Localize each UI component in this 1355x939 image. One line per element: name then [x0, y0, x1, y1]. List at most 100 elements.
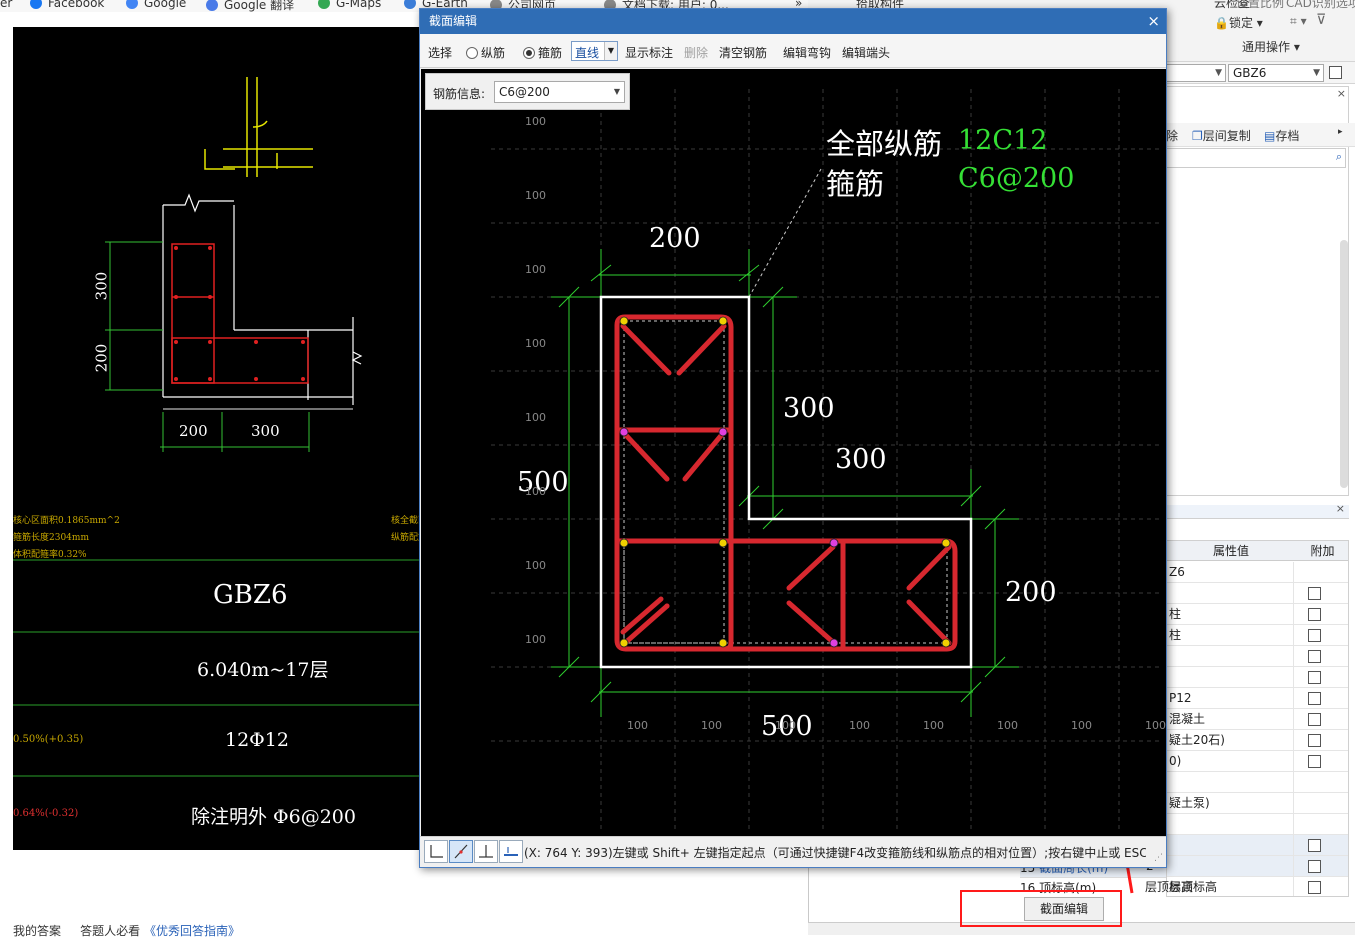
- prop-row-value[interactable]: 混凝土: [1167, 709, 1294, 730]
- bookmark-gmaps[interactable]: G-Maps: [318, 0, 381, 10]
- rebar-info-select[interactable]: C6@200 ▼: [494, 81, 625, 103]
- rebar-point[interactable]: [619, 427, 629, 437]
- dim-right-lower[interactable]: 200: [1005, 577, 1057, 608]
- bookmark-er[interactable]: er: [0, 0, 12, 10]
- prop-row[interactable]: [1167, 646, 1348, 667]
- list-scrollbar[interactable]: [1340, 240, 1348, 488]
- prop-row-value[interactable]: P12: [1167, 688, 1294, 709]
- prop-row[interactable]: 柱: [1167, 625, 1348, 646]
- edit-bend-button[interactable]: 编辑弯钩: [783, 44, 831, 61]
- prop-row[interactable]: 柱: [1167, 604, 1348, 625]
- prop-row-value[interactable]: [1167, 856, 1294, 877]
- prop-row[interactable]: [1167, 772, 1348, 793]
- stirrup-value[interactable]: C6@200: [958, 163, 1074, 194]
- prop-row[interactable]: Z6: [1167, 562, 1348, 583]
- stirrup-radio[interactable]: 箍筋: [523, 44, 562, 61]
- prop-row[interactable]: 0): [1167, 751, 1348, 772]
- perpendicular-snap-icon[interactable]: [474, 840, 498, 863]
- dim-right-upper[interactable]: 300: [783, 393, 835, 424]
- rebar-point[interactable]: [718, 638, 728, 648]
- clear-rebar-button[interactable]: 清空钢筋: [719, 44, 767, 61]
- bookmark-google-translate[interactable]: Google 翻译: [206, 0, 294, 12]
- rebar-point[interactable]: [619, 638, 629, 648]
- prop-row-value[interactable]: 柱: [1167, 625, 1294, 646]
- prop-row-value[interactable]: 柱: [1167, 604, 1294, 625]
- resize-grip-icon[interactable]: ⋰: [1154, 853, 1163, 863]
- prop-row-value[interactable]: [1167, 646, 1294, 667]
- line-mode-select[interactable]: 直线 ▼: [571, 41, 618, 61]
- guide-link[interactable]: 《优秀回答指南》: [144, 924, 240, 938]
- property-close-icon[interactable]: ×: [1336, 502, 1345, 515]
- prop-row-checkbox[interactable]: [1308, 860, 1321, 873]
- lock-button[interactable]: 🔒锁定 ▾: [1214, 14, 1263, 31]
- component-name-select[interactable]: GBZ6 ▼: [1228, 64, 1324, 82]
- prop-row-checkbox[interactable]: [1308, 734, 1321, 747]
- all-longitudinal-value[interactable]: 12C12: [958, 125, 1047, 156]
- floor-copy-tool[interactable]: ❐层间复制: [1192, 127, 1251, 144]
- rebar-point[interactable]: [718, 427, 728, 437]
- panel-close-icon[interactable]: ×: [1337, 87, 1346, 100]
- rebar-point[interactable]: [829, 538, 839, 548]
- align-icon[interactable]: ⌗ ▾: [1290, 14, 1307, 29]
- filter-icon[interactable]: ⊽: [1316, 12, 1326, 28]
- delete-button[interactable]: 删除: [684, 44, 708, 61]
- edit-end-button[interactable]: 编辑端头: [842, 44, 890, 61]
- close-icon[interactable]: ×: [1147, 9, 1160, 34]
- longitudinal-radio[interactable]: 纵筋: [466, 44, 505, 61]
- extend-snap-icon[interactable]: [499, 840, 523, 863]
- prop-row-checkbox[interactable]: [1308, 650, 1321, 663]
- component-type-select[interactable]: ▼: [1166, 64, 1226, 82]
- bookmark-google[interactable]: Google: [126, 0, 186, 10]
- filter-checkbox[interactable]: [1329, 66, 1342, 79]
- rebar-point[interactable]: [941, 538, 951, 548]
- rebar-point[interactable]: [941, 638, 951, 648]
- rebar-point[interactable]: [829, 638, 839, 648]
- prop-row-checkbox[interactable]: [1308, 881, 1321, 894]
- prop-row-value[interactable]: [1167, 814, 1294, 835]
- prop-row[interactable]: [1167, 856, 1348, 877]
- dim-mid[interactable]: 300: [835, 444, 887, 475]
- rebar-point[interactable]: [619, 538, 629, 548]
- section-canvas[interactable]: 全部纵筋 箍筋 12C12 C6@200 200 300 300 500 200…: [421, 69, 1166, 836]
- prop-row-checkbox[interactable]: [1308, 629, 1321, 642]
- prop-row[interactable]: 层顶标高: [1167, 877, 1348, 896]
- prop-row-value[interactable]: 疑土20石): [1167, 730, 1294, 751]
- show-labels-button[interactable]: 显示标注: [625, 44, 673, 61]
- prop-row[interactable]: P12: [1167, 688, 1348, 709]
- prop-row[interactable]: 疑土泵): [1167, 793, 1348, 814]
- prop-row-value[interactable]: [1167, 835, 1294, 856]
- prop-row-checkbox[interactable]: [1308, 692, 1321, 705]
- cloud-check-button[interactable]: 云检查: [1214, 0, 1250, 11]
- orthogonal-snap-icon[interactable]: [424, 840, 448, 863]
- prop-row-checkbox[interactable]: [1308, 608, 1321, 621]
- select-tool[interactable]: 选择: [428, 44, 452, 61]
- rebar-point[interactable]: [619, 316, 629, 326]
- prop-row-checkbox[interactable]: [1308, 755, 1321, 768]
- prop-row-value[interactable]: Z6: [1167, 562, 1294, 583]
- prop-row[interactable]: [1167, 835, 1348, 856]
- prop-row-value[interactable]: [1167, 583, 1294, 604]
- prop-row[interactable]: 混凝土: [1167, 709, 1348, 730]
- prop-row-checkbox[interactable]: [1308, 713, 1321, 726]
- prop-row[interactable]: 疑土20石): [1167, 730, 1348, 751]
- cad-options-button[interactable]: CAD识别选项: [1286, 0, 1355, 11]
- prop-row-value[interactable]: [1167, 772, 1294, 793]
- rebar-point[interactable]: [718, 538, 728, 548]
- dim-top[interactable]: 200: [649, 223, 701, 254]
- prop-row-value[interactable]: 疑土泵): [1167, 793, 1294, 814]
- bookmark-facebook[interactable]: Facebook: [30, 0, 104, 10]
- prop-row[interactable]: [1167, 814, 1348, 835]
- general-ops-menu[interactable]: 通用操作 ▾: [1242, 38, 1300, 55]
- more-tools-icon[interactable]: ▸: [1338, 127, 1343, 137]
- prop-row-checkbox[interactable]: [1308, 839, 1321, 852]
- prop-row-checkbox[interactable]: [1308, 671, 1321, 684]
- archive-tool[interactable]: ▤存档: [1264, 127, 1299, 144]
- prop-row-value[interactable]: 0): [1167, 751, 1294, 772]
- prop-row[interactable]: [1167, 667, 1348, 688]
- prop-row-checkbox[interactable]: [1308, 587, 1321, 600]
- angle-snap-icon[interactable]: [449, 840, 473, 863]
- prop-row-value[interactable]: [1167, 667, 1294, 688]
- delete-tool[interactable]: 除: [1166, 127, 1178, 144]
- component-search-input[interactable]: ⌕: [1166, 148, 1346, 168]
- prop-row[interactable]: [1167, 583, 1348, 604]
